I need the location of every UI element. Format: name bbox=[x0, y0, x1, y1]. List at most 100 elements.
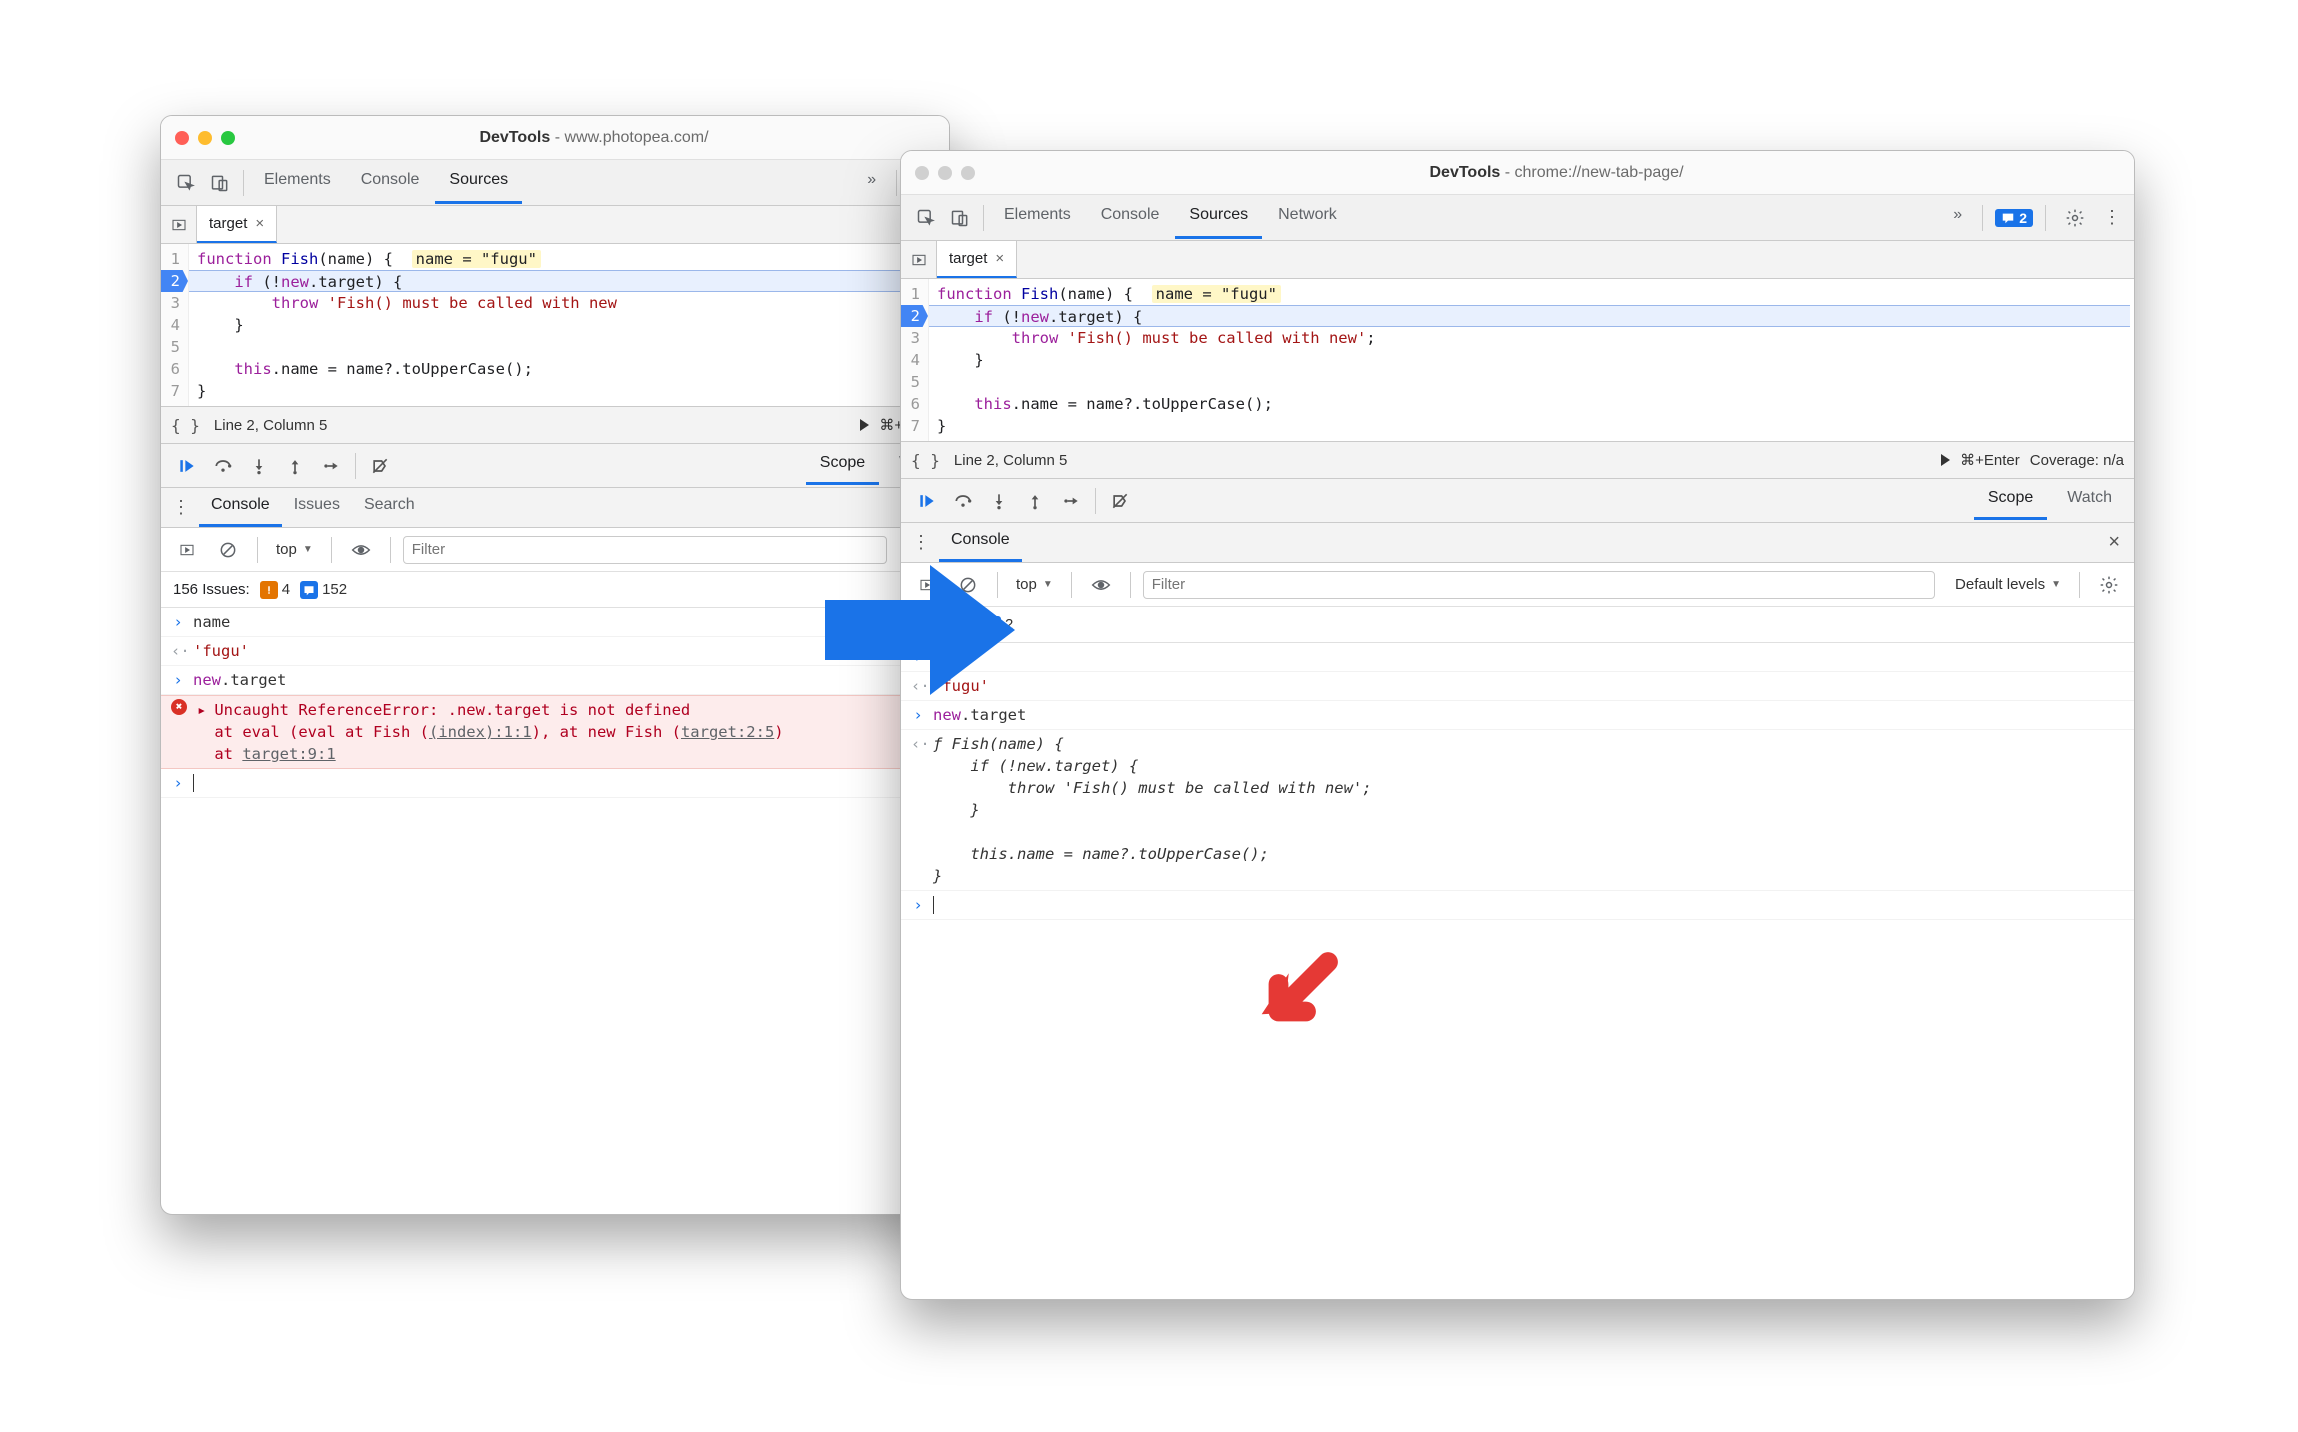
tab-elements[interactable]: Elements bbox=[990, 196, 1085, 239]
line-gutter[interactable]: 1234567 bbox=[901, 279, 929, 441]
issues-row[interactable]: 2 Issues: 2 bbox=[901, 607, 2134, 643]
levels-selector[interactable]: Default levels bbox=[1949, 574, 2067, 595]
live-expression-icon[interactable] bbox=[1084, 568, 1118, 602]
inspect-icon[interactable] bbox=[169, 166, 203, 200]
step-out-icon[interactable] bbox=[277, 448, 313, 484]
live-expression-icon[interactable] bbox=[344, 533, 378, 567]
navigator-toggle-icon[interactable] bbox=[901, 241, 937, 278]
code-area[interactable]: function Fish(name) { name = "fugu" if (… bbox=[929, 279, 2134, 441]
console-row: ‹·ƒ Fish(name) { if (!new.target) { thro… bbox=[901, 730, 2134, 891]
code-area[interactable]: function Fish(name) { name = "fugu" if (… bbox=[189, 244, 949, 406]
info-issues[interactable]: 152 bbox=[300, 581, 347, 599]
step-icon[interactable] bbox=[313, 448, 349, 484]
file-tab-bar: target × bbox=[161, 206, 949, 244]
file-tab[interactable]: target × bbox=[197, 206, 277, 243]
step-out-icon[interactable] bbox=[1017, 483, 1053, 519]
filter-input[interactable] bbox=[1143, 571, 1935, 599]
drawer-tab-console[interactable]: Console bbox=[939, 524, 1022, 562]
drawer-tab-search[interactable]: Search bbox=[352, 489, 427, 527]
close-tab-icon[interactable]: × bbox=[995, 250, 1004, 267]
step-icon[interactable] bbox=[1053, 483, 1089, 519]
console-row: ‹·'fugu' bbox=[901, 672, 2134, 701]
resume-icon[interactable] bbox=[909, 483, 945, 519]
tab-console[interactable]: Console bbox=[1087, 196, 1174, 239]
filter-input[interactable] bbox=[403, 536, 887, 564]
debugger-toolbar: ScopeWatch bbox=[901, 479, 2134, 523]
file-tab[interactable]: target × bbox=[937, 241, 1017, 278]
settings-icon[interactable] bbox=[2058, 201, 2092, 235]
context-selector[interactable]: top bbox=[270, 539, 319, 560]
close-tab-icon[interactable]: × bbox=[255, 215, 264, 232]
close-dot[interactable] bbox=[175, 131, 189, 145]
step-over-icon[interactable] bbox=[205, 448, 241, 484]
line-gutter[interactable]: 1234567 bbox=[161, 244, 189, 406]
minimize-dot[interactable] bbox=[938, 166, 952, 180]
console-row: ›name bbox=[901, 643, 2134, 672]
cursor-position: Line 2, Column 5 bbox=[954, 452, 1067, 469]
console-output[interactable]: ›name‹·'fugu'›new.target‹·ƒ Fish(name) {… bbox=[901, 643, 2134, 1299]
drawer-close-icon[interactable]: × bbox=[2100, 531, 2128, 554]
drawer-tabs: ⋮ ConsoleIssuesSearch bbox=[161, 488, 949, 528]
titlebar[interactable]: DevTools - chrome://new-tab-page/ bbox=[901, 151, 2134, 195]
devtools-window-after: DevTools - chrome://new-tab-page/ Elemen… bbox=[900, 150, 2135, 1300]
deactivate-breakpoints-icon[interactable] bbox=[362, 448, 398, 484]
pretty-print-icon[interactable]: { } bbox=[911, 451, 940, 470]
tab-elements[interactable]: Elements bbox=[250, 161, 345, 204]
source-editor[interactable]: 1234567 function Fish(name) { name = "fu… bbox=[901, 279, 2134, 441]
inspect-icon[interactable] bbox=[909, 201, 943, 235]
step-into-icon[interactable] bbox=[981, 483, 1017, 519]
more-tabs[interactable]: » bbox=[1939, 196, 1976, 239]
device-toggle-icon[interactable] bbox=[943, 201, 977, 235]
pretty-print-icon[interactable]: { } bbox=[171, 416, 200, 435]
file-tab-label: target bbox=[209, 215, 247, 232]
sidebar-toggle-icon[interactable] bbox=[169, 542, 205, 558]
debugger-toolbar: ScopeWat bbox=[161, 444, 949, 488]
console-toolbar: top Default levels bbox=[901, 563, 2134, 607]
resume-icon[interactable] bbox=[169, 448, 205, 484]
console-row: ›new.target bbox=[901, 701, 2134, 730]
close-dot[interactable] bbox=[915, 166, 929, 180]
issues-label: 156 Issues: bbox=[173, 581, 250, 598]
main-tabs: ElementsConsoleSources bbox=[250, 161, 853, 204]
minimize-dot[interactable] bbox=[198, 131, 212, 145]
file-tab-label: target bbox=[949, 250, 987, 267]
warn-issues[interactable]: 4 bbox=[260, 581, 290, 599]
scope-tab-scope[interactable]: Scope bbox=[1974, 481, 2047, 520]
tab-console[interactable]: Console bbox=[347, 161, 434, 204]
window-title: DevTools - www.photopea.com/ bbox=[253, 129, 935, 147]
console-row: ✖▸Uncaught ReferenceError: .new.target i… bbox=[161, 695, 949, 769]
titlebar[interactable]: DevTools - www.photopea.com/ bbox=[161, 116, 949, 160]
kebab-menu-icon[interactable]: ⋮ bbox=[2098, 207, 2126, 228]
cursor-position: Line 2, Column 5 bbox=[214, 417, 327, 434]
editor-status: { } Line 2, Column 5 ⌘+Enter bbox=[161, 406, 949, 444]
zoom-dot[interactable] bbox=[221, 131, 235, 145]
navigator-toggle-icon[interactable] bbox=[161, 206, 197, 243]
drawer-more-icon[interactable]: ⋮ bbox=[907, 532, 935, 553]
step-over-icon[interactable] bbox=[945, 483, 981, 519]
editor-status: { } Line 2, Column 5 ⌘+Enter Coverage: n… bbox=[901, 441, 2134, 479]
device-toggle-icon[interactable] bbox=[203, 166, 237, 200]
tab-sources[interactable]: Sources bbox=[1175, 196, 1262, 239]
highlight-arrow-icon bbox=[1240, 940, 1350, 1050]
scope-tab-scope[interactable]: Scope bbox=[806, 446, 879, 485]
source-editor[interactable]: 1234567 function Fish(name) { name = "fu… bbox=[161, 244, 949, 406]
zoom-dot[interactable] bbox=[961, 166, 975, 180]
step-into-icon[interactable] bbox=[241, 448, 277, 484]
drawer-more-icon[interactable]: ⋮ bbox=[167, 497, 195, 518]
traffic-lights bbox=[915, 166, 975, 180]
tab-sources[interactable]: Sources bbox=[435, 161, 522, 204]
drawer-tab-console[interactable]: Console bbox=[199, 489, 282, 527]
clear-console-icon[interactable] bbox=[211, 533, 245, 567]
drawer-tabs: ⋮ Console × bbox=[901, 523, 2134, 563]
console-settings-icon[interactable] bbox=[2092, 568, 2126, 602]
tab-network[interactable]: Network bbox=[1264, 196, 1351, 239]
run-icon[interactable] bbox=[860, 419, 869, 431]
file-tab-bar: target × bbox=[901, 241, 2134, 279]
deactivate-breakpoints-icon[interactable] bbox=[1102, 483, 1138, 519]
scope-tab-watch[interactable]: Watch bbox=[2053, 481, 2126, 520]
more-tabs[interactable]: » bbox=[853, 161, 890, 204]
run-icon[interactable] bbox=[1941, 454, 1950, 466]
drawer-tab-issues[interactable]: Issues bbox=[282, 489, 352, 527]
info-badge[interactable]: 2 bbox=[1995, 209, 2033, 227]
comparison-arrow-icon bbox=[820, 560, 1020, 700]
